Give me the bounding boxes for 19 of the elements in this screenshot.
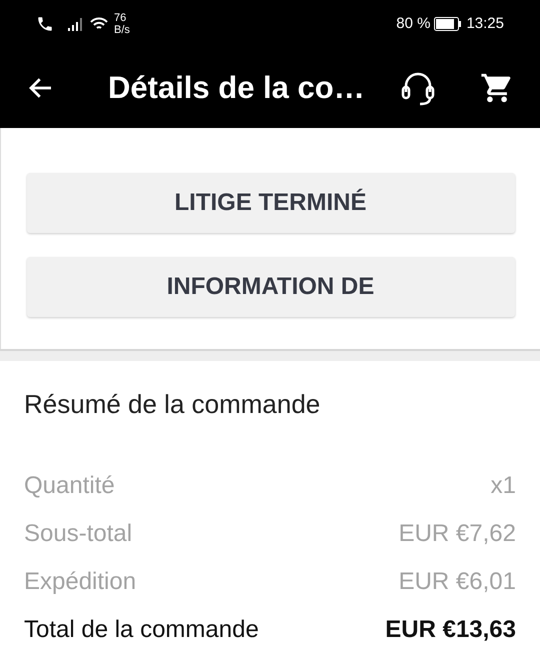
screen-title: Détails de la co… bbox=[108, 68, 365, 107]
summary-label: Expédition bbox=[24, 567, 136, 597]
action-button[interactable]: INFORMATION DE bbox=[26, 257, 514, 317]
summary-value: EUR €7,62 bbox=[398, 519, 516, 549]
network-speed-unit: B/s bbox=[114, 24, 130, 36]
summary-value: x1 bbox=[490, 471, 516, 501]
battery-icon bbox=[434, 17, 462, 31]
summary-value: EUR €13,63 bbox=[385, 615, 516, 645]
summary-value: EUR €6,01 bbox=[398, 567, 516, 597]
network-speed: 76 bbox=[114, 12, 128, 24]
battery-percent: 80 % bbox=[396, 14, 430, 34]
summary-label: Total de la commande bbox=[24, 615, 259, 645]
section-title: Résumé de la commande bbox=[24, 388, 322, 421]
action-button[interactable]: LITIGE TERMINÉ bbox=[26, 173, 514, 233]
wifi-icon bbox=[90, 17, 108, 31]
clock: 13:25 bbox=[466, 14, 504, 34]
signal-icon bbox=[68, 17, 84, 31]
summary-label: Sous-total bbox=[24, 519, 132, 549]
summary-label: Quantité bbox=[24, 471, 115, 501]
